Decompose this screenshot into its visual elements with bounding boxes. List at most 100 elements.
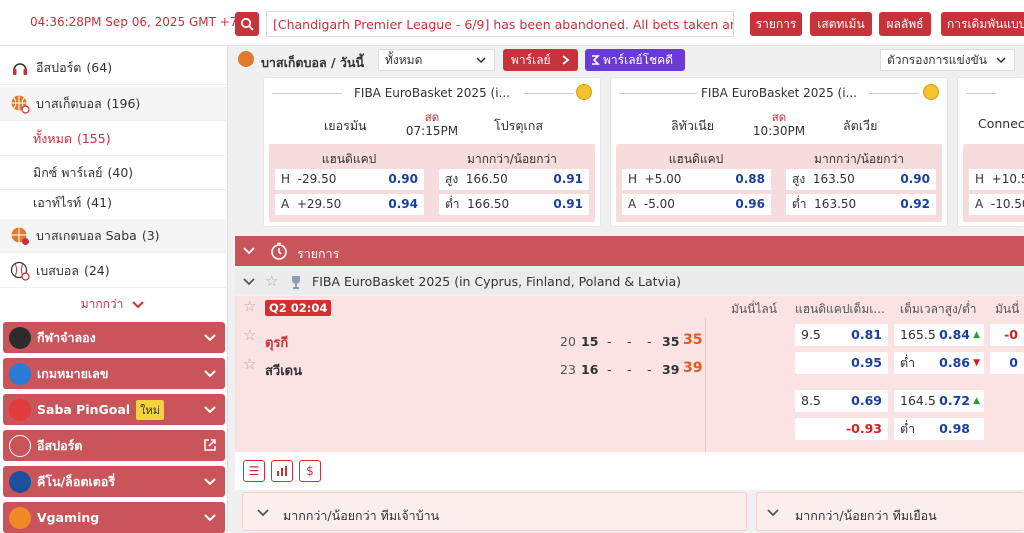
favorite-star-icon[interactable]: ☆ [243, 326, 256, 344]
odds-box: แฮนดิแคป มากกว่า/น้อยกว่า H +5.00 0.88 A … [616, 144, 942, 222]
odds-box: แฮนดิแคป มากกว่า/น้อยกว่า H -29.50 0.90 A… [269, 144, 595, 222]
sidebar-item-count: (196) [106, 96, 141, 111]
odds-up-icon: ▲ [973, 396, 980, 406]
list-icon[interactable]: ☰ [243, 460, 265, 482]
score-q2: 16 [581, 362, 599, 377]
sidebar-section-virtual-sports[interactable]: กีฬาจำลอง [3, 322, 225, 353]
odds-line: สูง 166.50 [445, 172, 508, 186]
home-team-over-under-panel[interactable]: มากกว่า/น้อยกว่า ทีมเจ้าบ้าน [242, 492, 747, 531]
date-filter-select[interactable]: ทั้งหมด [378, 49, 495, 71]
odds-cell-hdp-home[interactable]: H +5.00 0.88 [622, 169, 771, 190]
match-row: ☆ ☆ ตุรกี สวีเดน 20 15 - - - 35 35 23 16… [235, 318, 1024, 452]
chevron-down-icon [243, 278, 255, 286]
score-q1: 20 [560, 334, 576, 349]
topbar-button-statement[interactable]: เสตทเม้น [810, 12, 872, 36]
cashout-icon [576, 84, 592, 100]
odds-cell-hdp-away[interactable]: A -5.00 0.96 [622, 194, 771, 215]
sidebar-subitem-outright[interactable]: เอาท์ไรท์ (41) [0, 186, 226, 220]
favorite-star-icon[interactable]: ☆ [243, 355, 256, 373]
cashout-icon [923, 84, 939, 100]
sidebar-subitem-mix-parlay[interactable]: มิกซ์ พาร์เลย์ (40) [0, 156, 226, 190]
search-button[interactable] [235, 12, 259, 36]
hdp-odds-away[interactable]: -0.93 [795, 418, 888, 440]
score-total: 39 [683, 360, 703, 376]
favorite-star-icon[interactable]: ☆ [243, 297, 256, 315]
hdp-odds-home[interactable]: 9.5 0.81 [795, 324, 888, 346]
ou-odds-under[interactable]: ต่ำ 0.86 ▼ [894, 352, 984, 374]
ou-odds-over[interactable]: 165.5 0.84 ▲ [894, 324, 984, 346]
odds-value: 0.92 [900, 197, 930, 211]
sidebar-item-count: (41) [86, 195, 112, 210]
topbar-button-results[interactable]: ผลลัพธ์ [879, 12, 931, 36]
match-time: 10:30PM [752, 124, 806, 138]
odds-cell-hdp-away[interactable]: A -10.50 [969, 194, 1024, 215]
moneyline-odds-away[interactable]: 0 [990, 352, 1024, 374]
stopwatch-icon [271, 242, 287, 260]
odds-cell-hdp-away[interactable]: A +29.50 0.94 [275, 194, 424, 215]
section-label: เกมหมายเลข [37, 365, 109, 381]
sidebar-section-saba-pingoal[interactable]: Saba PinGoal ใหม่ [3, 394, 225, 425]
away-team: ลัตเวีย [843, 118, 878, 133]
moneyline-odds-home[interactable]: -0 [990, 324, 1024, 346]
panel-title: มากกว่า/น้อยกว่า ทีมเจ้าบ้าน [283, 508, 440, 523]
sidebar-section-vgaming[interactable]: Vgaming [3, 502, 225, 533]
home-team: Connec [978, 116, 1024, 131]
favorite-star-icon[interactable]: ☆ [265, 272, 278, 290]
stats-icon[interactable] [271, 460, 293, 482]
news-ticker[interactable]: [Chandigarh Premier League - 6/9] has be… [266, 11, 734, 37]
competition-filter-select[interactable]: ตัวกรองการแข่งขัน [880, 49, 1015, 71]
league-header[interactable]: ☆ FIBA EuroBasket 2025 (in Cyprus, Finla… [235, 269, 1024, 294]
topbar-button-bet-type[interactable]: การเดิมพันแบบ [941, 12, 1024, 36]
odds-cell-over[interactable]: สูง 163.50 0.90 [786, 169, 936, 190]
cashout-icon[interactable]: $ [299, 460, 321, 482]
lucky-parlay-button[interactable]: พาร์เลย์โชคดี [585, 49, 685, 71]
parlay-label: พาร์เลย์ [511, 53, 551, 67]
home-team: ลิทัวเนีย [671, 118, 715, 133]
odds-cell-hdp-home[interactable]: H -29.50 0.90 [275, 169, 424, 190]
sidebar-section-keno-lottery[interactable]: คีโน/ล็อตเตอรี่ [3, 466, 225, 497]
section-header[interactable]: รายการ [235, 236, 1024, 266]
ou-odds-over[interactable]: 164.5 0.72 ▲ [894, 390, 984, 412]
sidebar-section-number-game[interactable]: เกมหมายเลข [3, 358, 225, 389]
main-content: บาสเก็ตบอล / วันนี้ ทั้งหมด พาร์เลย์ พาร… [228, 46, 1024, 531]
score-ot: - [647, 362, 652, 377]
hdp-odds-home[interactable]: 8.5 0.69 [795, 390, 888, 412]
sidebar-item-count: (40) [107, 165, 134, 180]
sidebar-more-button[interactable]: มากกว่า [0, 290, 226, 318]
hdp-odds-away[interactable]: 0.95 [795, 352, 888, 374]
score-q4: - [627, 334, 632, 349]
match-time: 07:15PM [405, 124, 459, 138]
sidebar-item-basketball[interactable]: บาสเก็ตบอล (196) [0, 87, 226, 121]
sidebar: อีสปอร์ต (64) บาสเก็ตบอล (196) ทั้งหมด (… [0, 46, 228, 533]
parlay-button[interactable]: พาร์เลย์ [503, 49, 578, 71]
odds-cell-hdp-home[interactable]: H +10.5 [969, 169, 1024, 190]
section-label: อีสปอร์ต [37, 437, 83, 453]
home-team-name[interactable]: ตุรกี [265, 332, 288, 353]
section-title: รายการ [297, 246, 340, 261]
odds-line: H +10.5 [975, 172, 1024, 186]
section-label: Vgaming [37, 510, 100, 525]
chevron-down-icon [996, 57, 1006, 64]
odds-cell-under[interactable]: ต่ำ 166.50 0.91 [439, 194, 589, 215]
sidebar-item-baseball[interactable]: เบสบอล (24) [0, 254, 226, 288]
sidebar-section-esports[interactable]: อีสปอร์ต [3, 430, 225, 461]
sidebar-item-saba-basketball[interactable]: บาสเกตบอล Saba (3) [0, 219, 226, 253]
featured-match-card[interactable]: FIBA EuroBasket 2025 (i... เยอรมัน สด 07… [263, 77, 601, 227]
col-header-handicap: แฮนดิแคปเต็มเ... [795, 302, 885, 316]
odds-cell-under[interactable]: ต่ำ 163.50 0.92 [786, 194, 936, 215]
featured-match-card[interactable]: Connec H +10.5 A -10.50 [957, 77, 1024, 227]
topbar-button-list[interactable]: รายการ [750, 12, 802, 36]
home-team: เยอรมัน [324, 118, 367, 133]
sidebar-item-esports[interactable]: อีสปอร์ต (64) [0, 51, 226, 85]
over-under-header: มากกว่า/น้อยกว่า [467, 152, 557, 166]
basketball-icon [238, 51, 254, 67]
featured-match-card[interactable]: FIBA EuroBasket 2025 (i... ลิทัวเนีย สด … [610, 77, 948, 227]
ou-odds-under[interactable]: ต่ำ 0.98 [894, 418, 984, 440]
away-team-over-under-panel[interactable]: มากกว่า/น้อยกว่า ทีมเยือน [756, 492, 1024, 531]
sidebar-subitem-all[interactable]: ทั้งหมด (155) [0, 122, 226, 156]
sidebar-item-label: บาสเกตบอล Saba [36, 227, 137, 243]
score-q3: - [607, 334, 612, 349]
away-team-name[interactable]: สวีเดน [265, 360, 302, 381]
odds-cell-over[interactable]: สูง 166.50 0.91 [439, 169, 589, 190]
chevron-down-icon [243, 247, 255, 255]
